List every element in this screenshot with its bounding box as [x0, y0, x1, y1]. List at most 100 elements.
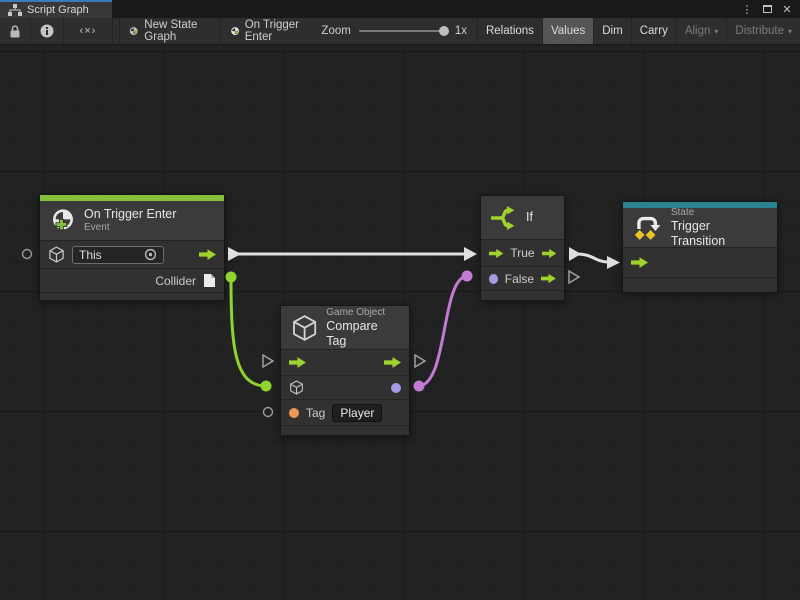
unconnected-false-out-port[interactable] — [569, 271, 579, 283]
game-object-input-port[interactable] — [289, 380, 304, 395]
target-port-row: This — [40, 241, 224, 269]
node-category: State — [671, 207, 767, 219]
node-title: If — [526, 210, 533, 224]
control-input-port[interactable] — [631, 257, 648, 268]
toolbar-divider — [213, 18, 220, 44]
chevron-down-icon: ▾ — [714, 27, 718, 36]
zoom-control: Zoom 1x — [311, 18, 477, 44]
false-port-row: False — [481, 267, 564, 291]
false-output-port[interactable] — [541, 273, 556, 284]
node-title: On Trigger Enter — [84, 207, 176, 221]
code-icon: ‹×› — [80, 25, 97, 37]
node-footer — [281, 426, 409, 435]
maximize-button[interactable] — [759, 1, 775, 17]
true-port-row: True — [481, 240, 564, 267]
unconnected-target-port[interactable] — [23, 250, 32, 259]
window-menu-button[interactable]: ⋮ — [739, 1, 755, 17]
game-object-icon — [291, 314, 318, 342]
unconnected-control-in-port[interactable] — [263, 355, 273, 367]
event-icon — [50, 208, 76, 234]
tag-port-row: Tag Player — [281, 400, 409, 426]
target-field[interactable]: This — [72, 246, 164, 264]
lock-button[interactable] — [0, 18, 31, 44]
wire-value-comparetag-to-if[interactable] — [414, 271, 473, 392]
align-dropdown[interactable]: Align▾ — [676, 18, 727, 44]
new-state-graph-button[interactable]: New State Graph — [120, 18, 213, 44]
node-footer — [623, 278, 777, 292]
true-port-label: True — [510, 246, 534, 260]
condition-input-port[interactable] — [489, 274, 498, 284]
info-icon — [40, 24, 54, 38]
new-state-graph-label: New State Graph — [144, 19, 204, 43]
toolbar-divider — [113, 18, 120, 44]
node-trigger-transition[interactable]: State Trigger Transition — [622, 201, 778, 293]
object-picker-icon[interactable] — [144, 248, 157, 261]
node-if[interactable]: If True False — [480, 195, 565, 301]
control-input-port[interactable] — [289, 357, 306, 368]
event-icon — [230, 24, 240, 39]
node-compare-tag[interactable]: Game Object Compare Tag — [280, 305, 410, 436]
wire-control-ote-to-if[interactable] — [228, 247, 477, 261]
collider-port-label: Collider — [155, 274, 196, 288]
dim-toggle[interactable]: Dim — [593, 18, 630, 44]
toolbar-toggles: Relations Values Dim Carry Align▾ Distri… — [477, 18, 800, 44]
current-event-label: On Trigger Enter — [245, 19, 303, 43]
collider-value-icon[interactable] — [203, 273, 216, 288]
boolean-output-port[interactable] — [391, 383, 401, 393]
distribute-dropdown[interactable]: Distribute▾ — [726, 18, 800, 44]
node-header: If — [481, 196, 564, 240]
gameobject-port-row — [281, 376, 409, 400]
graph-canvas[interactable]: On Trigger Enter Event This — [0, 45, 800, 600]
script-graph-window: Script Graph ⋮ ✕ ‹×› — [0, 0, 800, 600]
graph-toolbar: ‹×› New State Graph On Trigger Enter Zoo… — [0, 18, 800, 45]
graph-icon — [8, 4, 22, 16]
true-output-port[interactable] — [542, 248, 556, 259]
zoom-value: 1x — [455, 25, 467, 37]
zoom-slider-handle[interactable] — [439, 26, 449, 36]
node-on-trigger-enter[interactable]: On Trigger Enter Event This — [39, 194, 225, 301]
carry-toggle[interactable]: Carry — [631, 18, 676, 44]
unconnected-tag-port[interactable] — [264, 408, 273, 417]
chevron-down-icon: ▾ — [788, 27, 792, 36]
tab-title: Script Graph — [27, 4, 89, 16]
node-title: Compare Tag — [326, 319, 399, 348]
node-header: State Trigger Transition — [623, 208, 777, 248]
unconnected-control-out-port[interactable] — [415, 355, 425, 367]
control-port-row — [281, 350, 409, 376]
tag-input-port[interactable] — [289, 408, 299, 418]
tag-value-field[interactable]: Player — [332, 404, 382, 422]
target-value: This — [79, 248, 102, 262]
control-output-port[interactable] — [199, 249, 216, 260]
tag-port-label: Tag — [306, 406, 325, 420]
maximize-icon — [763, 5, 772, 13]
false-port-label: False — [505, 272, 534, 286]
info-button[interactable] — [31, 18, 64, 44]
node-title: Trigger Transition — [671, 219, 767, 248]
wire-value-collider-to-comparetag[interactable] — [226, 272, 272, 392]
control-output-port[interactable] — [384, 357, 401, 368]
node-footer — [481, 291, 564, 300]
game-object-icon — [48, 246, 65, 263]
current-event-breadcrumb[interactable]: On Trigger Enter — [221, 18, 312, 44]
branch-icon — [491, 205, 518, 231]
node-category: Game Object — [326, 307, 399, 319]
tab-script-graph[interactable]: Script Graph — [0, 0, 112, 18]
node-subtitle: Event — [84, 222, 176, 234]
title-bar: Script Graph ⋮ ✕ — [0, 0, 800, 18]
values-toggle[interactable]: Values — [542, 18, 593, 44]
relations-toggle[interactable]: Relations — [477, 18, 542, 44]
collider-port-row: Collider — [40, 269, 224, 293]
control-port-row — [623, 248, 777, 278]
code-preview-button[interactable]: ‹×› — [64, 18, 113, 44]
zoom-slider[interactable] — [359, 30, 447, 32]
close-button[interactable]: ✕ — [779, 1, 795, 17]
window-controls: ⋮ ✕ — [739, 0, 800, 18]
wire-control-if-to-transition[interactable] — [569, 247, 620, 269]
state-transition-icon — [633, 214, 663, 241]
node-header: Game Object Compare Tag — [281, 306, 409, 350]
state-graph-icon — [129, 24, 139, 39]
node-header: On Trigger Enter Event — [40, 201, 224, 241]
control-input-port[interactable] — [489, 248, 503, 259]
node-footer — [40, 293, 224, 300]
lock-icon — [9, 25, 21, 38]
